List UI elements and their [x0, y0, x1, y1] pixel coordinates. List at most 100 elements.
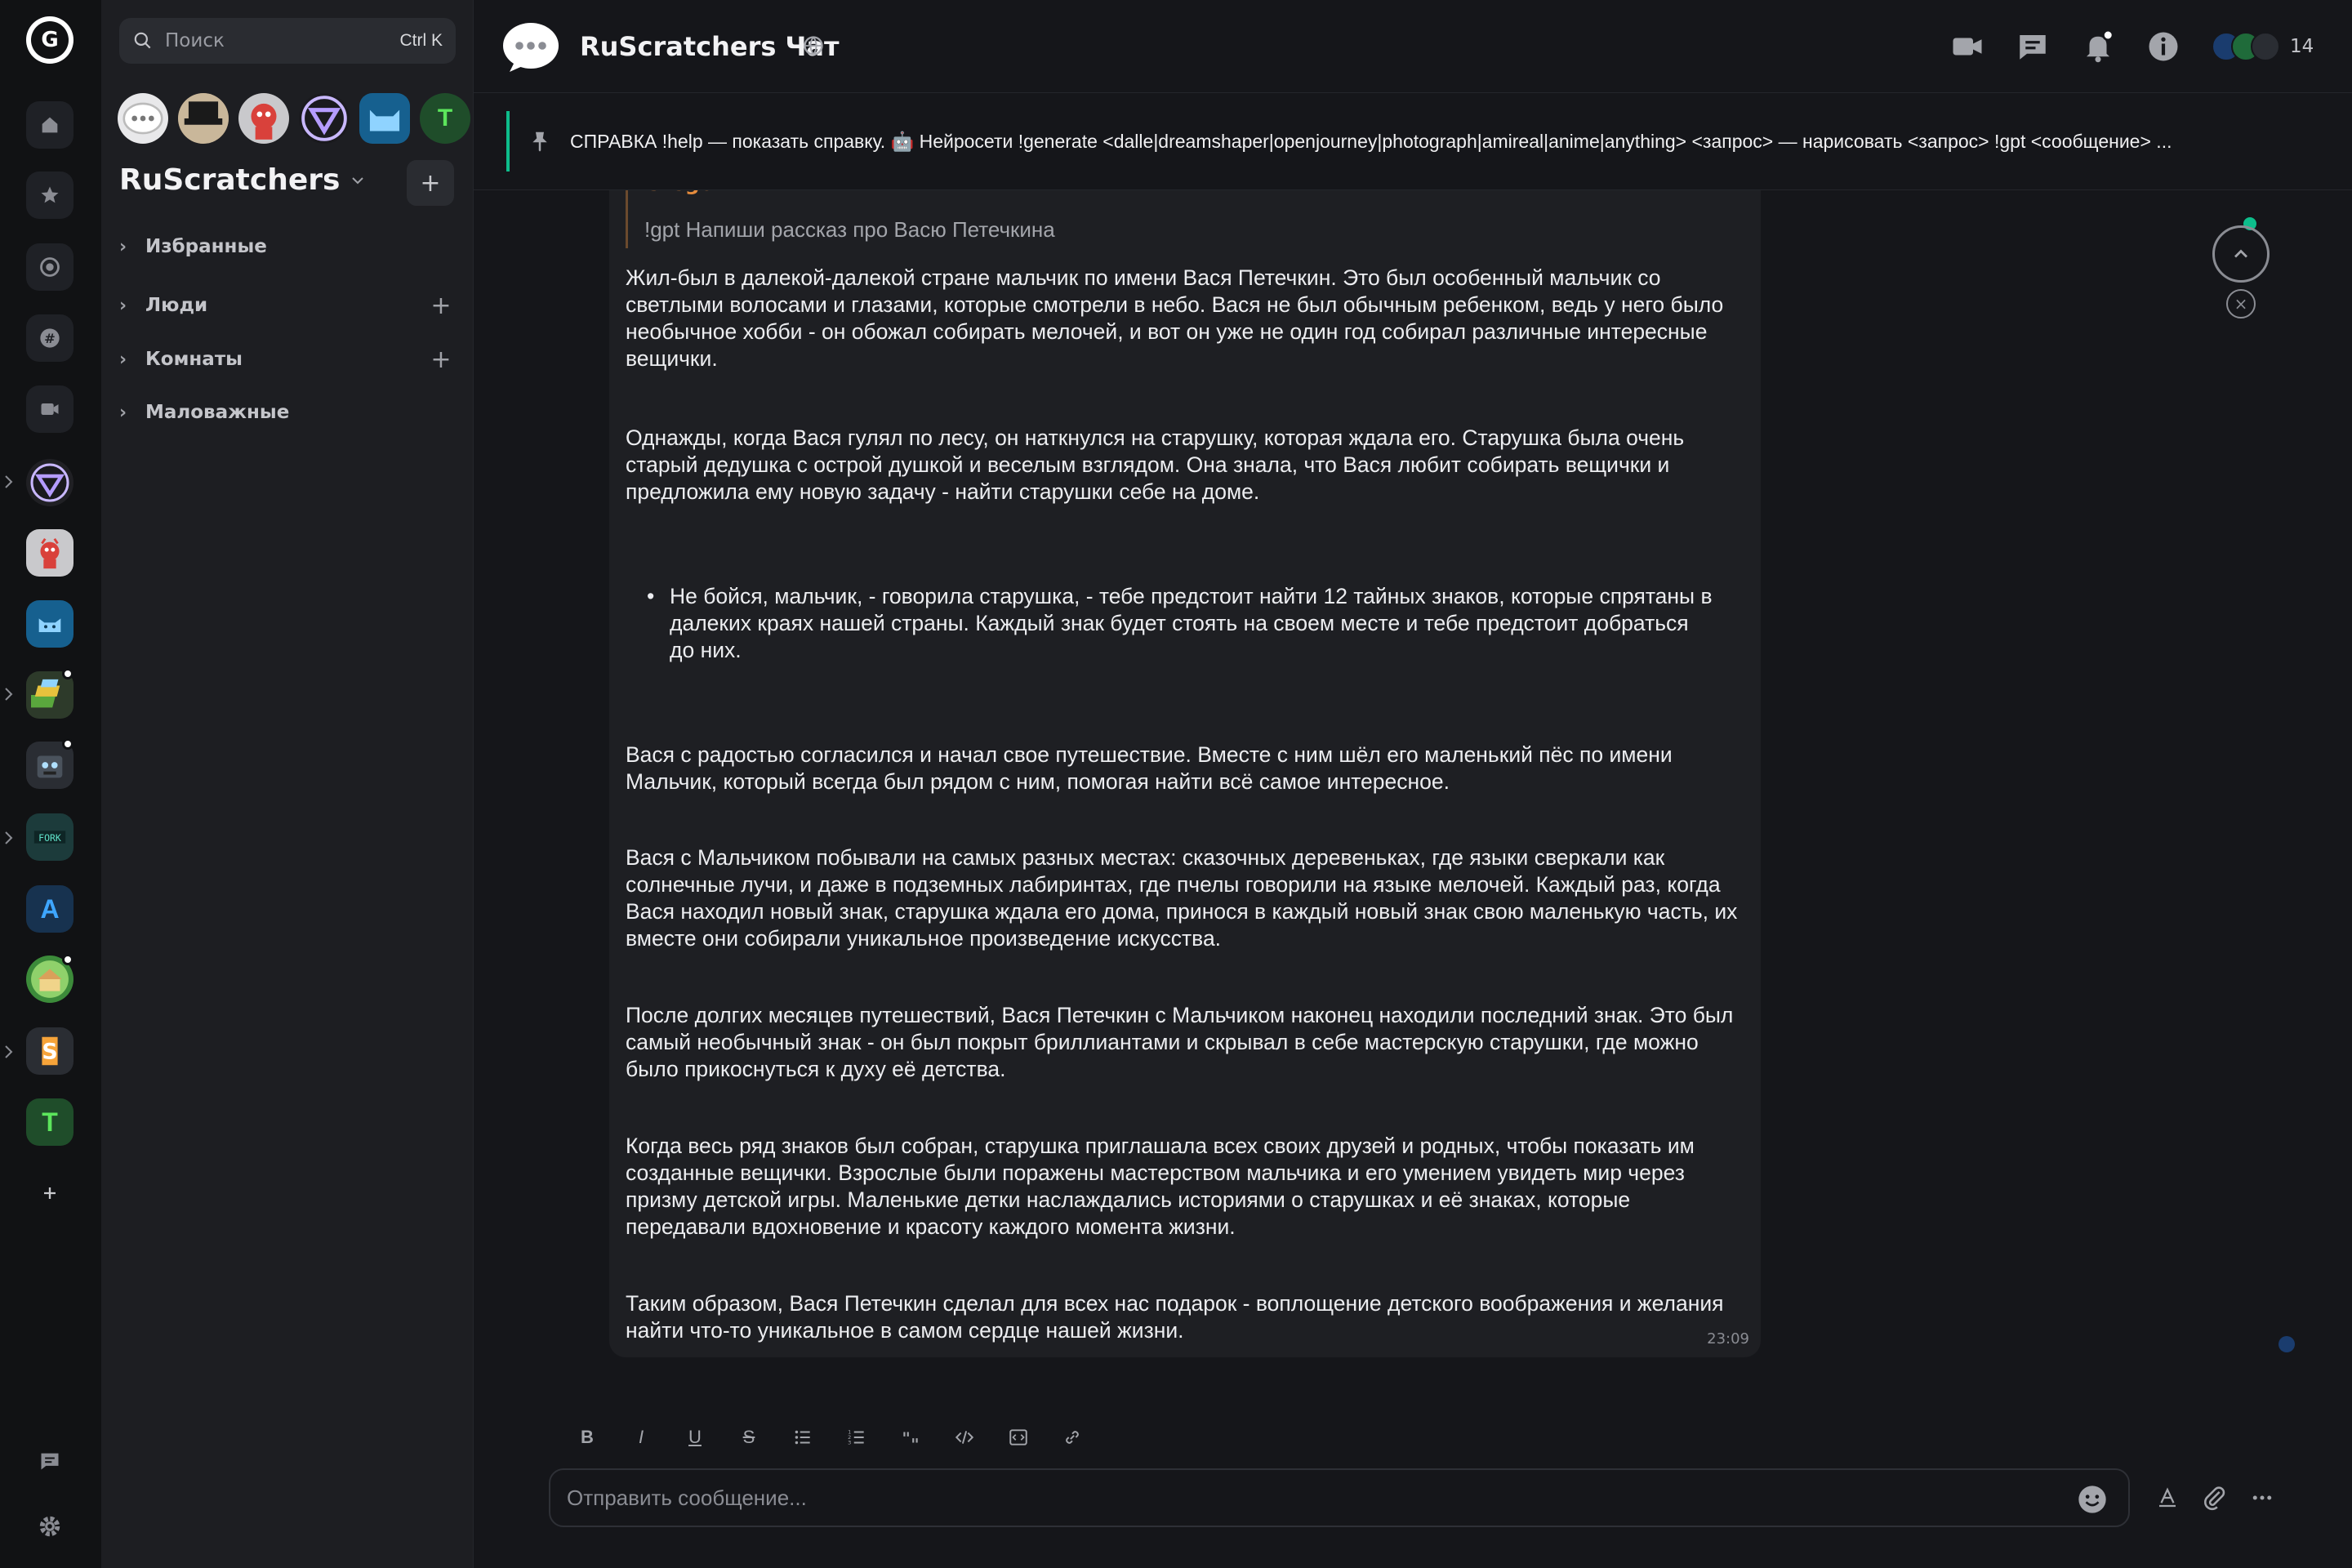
- favorites-button[interactable]: [26, 172, 74, 219]
- bold-button[interactable]: B: [572, 1422, 603, 1453]
- space-red-creature[interactable]: [26, 529, 74, 577]
- section-label: Люди: [145, 295, 208, 316]
- bullet-list-button[interactable]: [787, 1422, 818, 1453]
- red-creature-icon: [40, 537, 60, 569]
- svg-text:FORK: FORK: [38, 832, 61, 844]
- space-triangle[interactable]: [26, 459, 74, 506]
- more-options-button[interactable]: [2246, 1481, 2278, 1514]
- unread-dot: [62, 954, 74, 965]
- code-block-icon: [1009, 1429, 1027, 1446]
- threads-icon[interactable]: [2016, 29, 2050, 64]
- cat-icon: [38, 618, 61, 632]
- chevron-right-icon: ›: [119, 295, 127, 316]
- jump-to-unread-button[interactable]: [2212, 225, 2270, 283]
- underline-button[interactable]: U: [679, 1422, 710, 1453]
- pixel-logo-icon: FORK: [33, 831, 66, 844]
- video-rooms-button[interactable]: [26, 385, 74, 433]
- italic-button[interactable]: I: [626, 1422, 657, 1453]
- room-name[interactable]: RuScratchers Чат: [580, 31, 840, 62]
- notifications-bell-icon[interactable]: [2081, 29, 2115, 64]
- read-receipt-avatar[interactable]: [2278, 1336, 2295, 1352]
- avatar[interactable]: [178, 93, 229, 144]
- add-room-button[interactable]: +: [407, 160, 454, 206]
- space-title[interactable]: RuScratchers: [119, 163, 366, 197]
- space-scratch[interactable]: S: [26, 1027, 74, 1075]
- inline-code-button[interactable]: [949, 1422, 980, 1453]
- robot-icon: [37, 755, 63, 778]
- avatar[interactable]: [359, 93, 410, 144]
- svg-text:S: S: [42, 1040, 57, 1065]
- space-blue-cat[interactable]: [26, 600, 74, 648]
- room-view: RuScratchers Чат 14 Gregon !gpt Напиши р…: [474, 0, 2352, 1568]
- account-avatar[interactable]: G: [26, 16, 74, 64]
- emoji-icon[interactable]: [2076, 1483, 2109, 1516]
- unread-dot: [62, 738, 74, 750]
- add-person-button[interactable]: +: [426, 292, 456, 320]
- scratch-s-icon: S: [42, 1036, 58, 1066]
- search-icon: [134, 32, 151, 49]
- chat-bubble-avatar-icon: [122, 102, 163, 135]
- section-rooms[interactable]: › Комнаты +: [119, 343, 456, 376]
- code-block-button[interactable]: [1003, 1422, 1034, 1453]
- chevron-right-icon[interactable]: [3, 474, 15, 490]
- room-header: RuScratchers Чат 14: [474, 0, 2352, 93]
- text-format-icon: [2159, 1487, 2176, 1508]
- member-list-button[interactable]: 14: [2212, 29, 2314, 64]
- info-icon[interactable]: [2146, 29, 2180, 64]
- pin-icon: [532, 131, 547, 152]
- rooms-button[interactable]: #: [26, 314, 74, 362]
- video-call-icon[interactable]: [1950, 29, 1984, 64]
- message-paragraph: Вася с Мальчиком побывали на самых разны…: [626, 845, 1738, 951]
- video-icon: [41, 403, 59, 415]
- spaces-rail: G # FORK A S T: [0, 0, 101, 1568]
- message-composer[interactable]: [549, 1468, 2130, 1527]
- svg-text:#: #: [44, 331, 56, 346]
- people-button[interactable]: [26, 243, 74, 291]
- chevron-right-icon: ›: [119, 349, 127, 370]
- avatar[interactable]: T: [420, 93, 470, 144]
- house-scene-icon: [31, 960, 69, 998]
- avatar[interactable]: [299, 93, 350, 144]
- create-space-button[interactable]: [26, 1169, 74, 1217]
- search-box[interactable]: Поиск Ctrl K: [119, 18, 456, 64]
- section-label: Комнаты: [145, 349, 243, 370]
- globe-icon: [804, 36, 823, 56]
- numbered-list-button[interactable]: 123: [841, 1422, 872, 1453]
- link-icon: [1066, 1431, 1079, 1444]
- chevron-right-icon[interactable]: [3, 830, 15, 846]
- message-input[interactable]: [567, 1485, 2020, 1511]
- space-a[interactable]: A: [26, 885, 74, 933]
- chevron-right-icon: ›: [119, 402, 127, 423]
- home-button[interactable]: [26, 101, 74, 149]
- strikethrough-button[interactable]: S: [733, 1422, 764, 1453]
- space-member-avatars: T: [118, 93, 470, 145]
- section-favorites[interactable]: › Избранные: [119, 230, 456, 263]
- close-icon: ×: [2234, 294, 2248, 314]
- chevron-up-icon: [2234, 249, 2247, 258]
- threads-button[interactable]: [26, 1437, 74, 1485]
- chevron-right-icon[interactable]: [3, 686, 15, 702]
- add-room-section-button[interactable]: +: [426, 345, 456, 374]
- space-pixel[interactable]: FORK: [26, 813, 74, 861]
- gear-icon: [39, 1516, 60, 1537]
- section-label: Избранные: [145, 236, 267, 257]
- chevron-right-icon: ›: [119, 236, 127, 257]
- dismiss-unread-button[interactable]: ×: [2226, 289, 2256, 318]
- pinned-message-bar[interactable]: СПРАВКА !help — показать справку. 🤖 Нейр…: [506, 111, 2336, 172]
- attach-button[interactable]: [2198, 1481, 2231, 1514]
- space-t[interactable]: T: [26, 1098, 74, 1146]
- formatting-toggle-button[interactable]: [2151, 1481, 2184, 1514]
- user-circle-icon: [40, 257, 60, 277]
- section-people[interactable]: › Люди +: [119, 289, 456, 322]
- section-low-priority[interactable]: › Маловажные: [119, 396, 456, 429]
- avatar[interactable]: [238, 93, 289, 144]
- plus-icon: [44, 1187, 56, 1199]
- room-avatar[interactable]: [501, 20, 560, 75]
- avatar[interactable]: [118, 93, 168, 144]
- message-bubble[interactable]: Gregon !gpt Напиши рассказ про Васю Пете…: [609, 163, 1761, 1357]
- reply-text: !gpt Напиши рассказ про Васю Петечкина: [644, 217, 1055, 242]
- link-button[interactable]: [1057, 1422, 1088, 1453]
- settings-button[interactable]: [26, 1503, 74, 1550]
- quote-button[interactable]: [895, 1422, 926, 1453]
- chevron-right-icon[interactable]: [3, 1044, 15, 1060]
